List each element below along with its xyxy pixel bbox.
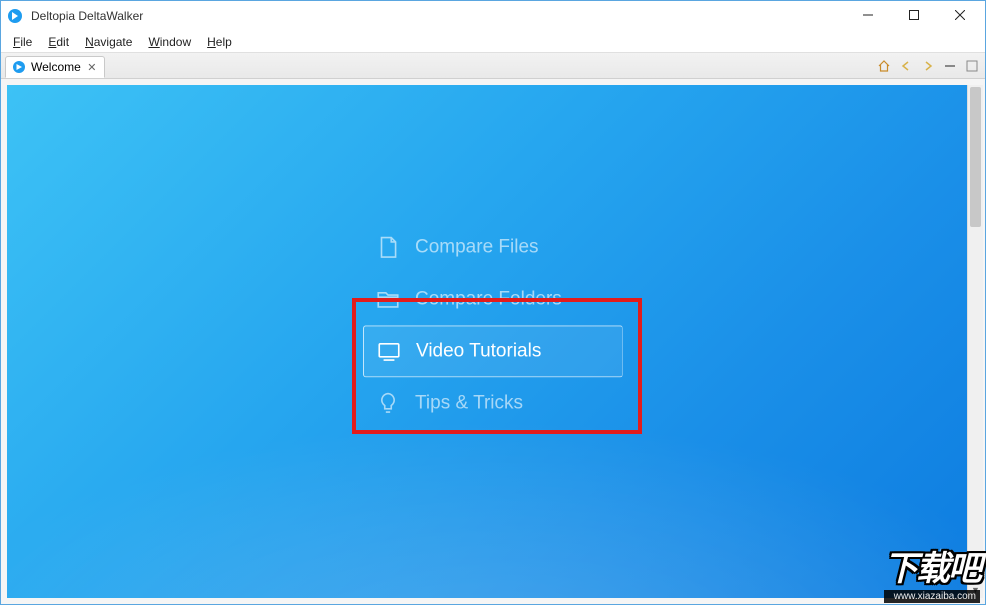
welcome-item-label: Video Tutorials: [416, 340, 541, 362]
file-icon: [375, 234, 401, 260]
welcome-item-compare-files[interactable]: Compare Files: [363, 221, 623, 273]
maximize-view-icon[interactable]: [963, 57, 981, 75]
menu-edit[interactable]: Edit: [40, 33, 77, 51]
minimize-view-icon[interactable]: [941, 57, 959, 75]
watermark-url: www.xiazaiba.com: [884, 590, 980, 603]
vertical-scrollbar[interactable]: ▲ ▼: [967, 85, 983, 598]
menu-file[interactable]: File: [5, 33, 40, 51]
menu-help[interactable]: Help: [199, 33, 240, 51]
welcome-item-tips-tricks[interactable]: Tips & Tricks: [363, 377, 623, 429]
welcome-item-label: Tips & Tricks: [415, 392, 523, 414]
menu-help-label: elp: [216, 35, 232, 49]
welcome-item-compare-folders[interactable]: Compare Folders: [363, 273, 623, 325]
menu-navigate[interactable]: Navigate: [77, 33, 140, 51]
menubar: File Edit Navigate Window Help: [1, 31, 985, 53]
menu-edit-label: dit: [56, 35, 69, 49]
menu-file-label: ile: [20, 35, 32, 49]
monitor-icon: [376, 338, 402, 364]
home-icon[interactable]: [875, 57, 893, 75]
scrollbar-thumb[interactable]: [970, 87, 981, 227]
window-title: Deltopia DeltaWalker: [31, 9, 845, 23]
tab-welcome-label: Welcome: [31, 60, 81, 74]
menu-window-label: indow: [160, 35, 191, 49]
tab-strip: Welcome ✕: [1, 53, 985, 79]
folder-icon: [375, 286, 401, 312]
welcome-item-video-tutorials[interactable]: Video Tutorials: [363, 325, 623, 377]
forward-arrow-icon[interactable]: [919, 57, 937, 75]
tab-welcome[interactable]: Welcome ✕: [5, 56, 105, 78]
menu-navigate-label: avigate: [94, 35, 133, 49]
back-arrow-icon[interactable]: [897, 57, 915, 75]
welcome-item-label: Compare Folders: [415, 288, 562, 310]
app-logo-icon: [7, 8, 23, 24]
menu-window[interactable]: Window: [140, 33, 199, 51]
watermark: 下载吧 www.xiazaiba.com: [884, 541, 980, 603]
welcome-item-label: Compare Files: [415, 236, 539, 258]
window-minimize-button[interactable]: [845, 1, 891, 29]
tab-close-button[interactable]: ✕: [86, 61, 98, 73]
window-close-button[interactable]: [937, 1, 983, 29]
welcome-view: Compare Files Compare Folders Video Tuto…: [3, 81, 983, 602]
lightbulb-icon: [375, 390, 401, 416]
watermark-text: 下载吧: [884, 541, 980, 590]
titlebar: Deltopia DeltaWalker: [1, 1, 985, 31]
tab-welcome-icon: [12, 60, 26, 74]
window-maximize-button[interactable]: [891, 1, 937, 29]
